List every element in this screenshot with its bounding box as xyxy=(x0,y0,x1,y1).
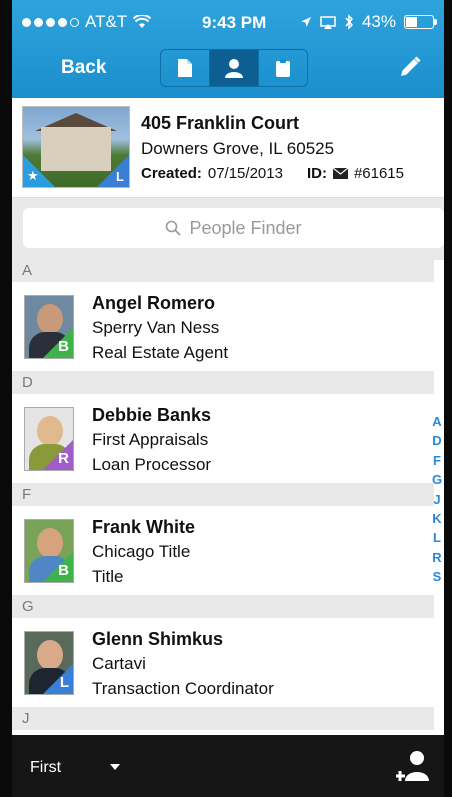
listing-badge: L xyxy=(116,169,124,184)
search-icon xyxy=(166,220,182,236)
avatar: L xyxy=(24,631,74,695)
segment-people[interactable] xyxy=(209,50,258,86)
battery-percent: 43% xyxy=(361,12,396,31)
index-letter[interactable]: S xyxy=(433,567,442,586)
contact-role: Real Estate Agent xyxy=(92,343,229,362)
battery-icon xyxy=(404,15,437,29)
index-letter[interactable]: J xyxy=(433,490,440,509)
carrier-label: AT&T xyxy=(85,12,128,31)
contact-company: Chicago Title xyxy=(92,542,191,561)
avatar: B xyxy=(24,519,74,583)
contact-role: Title xyxy=(92,567,124,586)
id-label: ID: xyxy=(306,165,327,182)
bluetooth-icon xyxy=(345,14,353,30)
index-letter[interactable]: D xyxy=(432,431,441,450)
section-header: A xyxy=(12,260,434,282)
location-arrow-icon xyxy=(300,17,311,27)
back-button[interactable]: Back xyxy=(61,57,106,79)
add-person-icon xyxy=(395,751,429,781)
view-segmented-control xyxy=(160,49,308,87)
header: AT&T 9:43 PM 43% Back xyxy=(12,0,444,98)
search-bar: People Finder xyxy=(12,198,444,260)
created-label: Created: xyxy=(141,165,202,182)
contact-company: Cartavi xyxy=(92,654,146,673)
section-header: G xyxy=(12,596,434,618)
property-meta: Created: 07/15/2013 ID: #61615 xyxy=(141,165,404,182)
sort-selector[interactable]: First xyxy=(30,759,61,777)
index-letter[interactable]: L xyxy=(433,528,441,547)
airplay-icon xyxy=(320,15,336,29)
chevron-down-icon[interactable] xyxy=(110,764,120,770)
contact-name: Glenn Shimkus xyxy=(92,629,224,649)
index-letter[interactable]: A xyxy=(432,412,441,431)
section-header: D xyxy=(12,372,434,394)
star-icon: ★ xyxy=(27,168,39,183)
battery-level xyxy=(406,17,417,27)
clock: 9:43 PM xyxy=(202,13,267,32)
avatar: B xyxy=(24,295,74,359)
contact-name: Frank White xyxy=(92,517,196,537)
signal-icon xyxy=(22,17,79,27)
role-badge: L xyxy=(59,674,69,691)
segment-tasks[interactable] xyxy=(258,50,307,86)
segment-documents[interactable] xyxy=(161,50,209,86)
clipboard-icon xyxy=(276,59,290,77)
contact-row[interactable]: R Debbie Banks First Appraisals Loan Pro… xyxy=(12,394,434,484)
contact-role: Loan Processor xyxy=(92,455,212,474)
index-letter[interactable]: K xyxy=(432,509,441,528)
status-bar: AT&T 9:43 PM 43% xyxy=(12,0,444,40)
property-city: Downers Grove, IL 60525 xyxy=(141,139,335,158)
contact-company: Sperry Van Ness xyxy=(92,318,220,337)
contact-name: Debbie Banks xyxy=(92,405,212,425)
contact-row[interactable]: B Frank White Chicago Title Title xyxy=(12,506,434,596)
edit-button[interactable] xyxy=(398,55,422,84)
person-icon xyxy=(225,59,243,78)
contact-role: Transaction Coordinator xyxy=(92,679,274,698)
property-card[interactable]: ★ L 405 Franklin Court Downers Grove, IL… xyxy=(12,98,444,198)
avatar: R xyxy=(24,407,74,471)
section-header: F xyxy=(12,484,434,506)
people-finder-input[interactable]: People Finder xyxy=(23,208,444,248)
wifi-icon xyxy=(133,15,152,28)
role-badge: B xyxy=(58,562,69,579)
envelope-icon xyxy=(332,168,348,179)
id-value: #61615 xyxy=(353,165,404,182)
contact-company: First Appraisals xyxy=(92,430,209,449)
section-header: J xyxy=(12,708,434,730)
index-letter[interactable]: F xyxy=(433,451,441,470)
phone-screen: AT&T 9:43 PM 43% Back ★ L 405 Franklin C… xyxy=(12,0,444,797)
contact-row[interactable]: L Glenn Shimkus Cartavi Transaction Coor… xyxy=(12,618,434,708)
index-letter[interactable]: G xyxy=(432,470,442,489)
index-letter[interactable]: R xyxy=(432,548,441,567)
contact-list: A B Angel Romero Sperry Van Ness Real Es… xyxy=(12,260,434,730)
nav-bar: Back xyxy=(12,45,444,93)
created-date: 07/15/2013 xyxy=(207,165,283,182)
property-photo: ★ L xyxy=(22,106,130,188)
role-badge: B xyxy=(58,338,69,355)
pencil-icon xyxy=(401,56,421,76)
document-icon xyxy=(178,59,192,77)
role-badge: R xyxy=(58,450,69,467)
contact-row[interactable]: B Angel Romero Sperry Van Ness Real Esta… xyxy=(12,282,434,372)
search-placeholder: People Finder xyxy=(189,217,302,238)
contact-name: Angel Romero xyxy=(92,293,216,313)
property-address: 405 Franklin Court xyxy=(141,113,300,133)
bottom-toolbar: First xyxy=(12,735,444,797)
alphabet-index: ADFGJKLRS xyxy=(430,412,444,587)
add-person-button[interactable] xyxy=(395,749,430,788)
